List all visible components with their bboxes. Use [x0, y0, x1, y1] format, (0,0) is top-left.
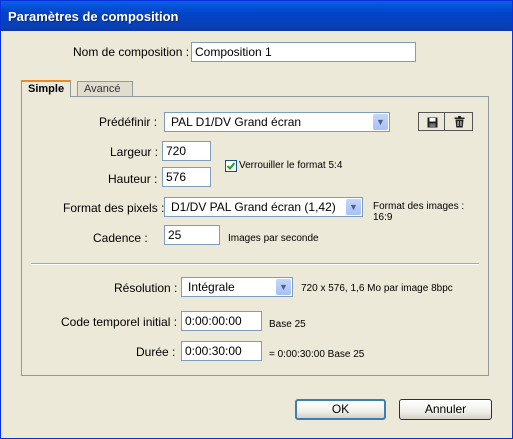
trash-icon: [454, 116, 464, 128]
resolution-info: 720 x 576, 1,6 Mo par image 8bpc: [301, 283, 453, 294]
frame-rate-label: Cadence :: [93, 231, 148, 245]
composition-settings-dialog: Paramètres de composition Nom de composi…: [0, 0, 513, 439]
resolution-label: Résolution :: [114, 281, 178, 295]
delete-preset-button[interactable]: [449, 113, 469, 131]
frame-aspect-value: 16:9: [373, 212, 393, 223]
frame-rate-input[interactable]: 25: [164, 225, 220, 245]
save-preset-button[interactable]: [422, 113, 442, 131]
duration-equals: = 0:00:30:00 Base 25: [269, 349, 365, 360]
start-timecode-base: Base 25: [269, 319, 306, 330]
height-input[interactable]: 576: [162, 167, 211, 187]
preset-label: Prédéfinir :: [99, 115, 158, 129]
pixel-aspect-value: D1/DV PAL Grand écran (1,42): [171, 200, 336, 214]
chevron-down-icon: ▼: [276, 279, 291, 295]
title-bar[interactable]: Paramètres de composition: [1, 1, 512, 31]
tab-simple[interactable]: Simple: [21, 80, 71, 97]
width-label: Largeur :: [110, 145, 159, 159]
duration-label: Durée :: [136, 345, 176, 359]
preset-select[interactable]: PAL D1/DV Grand écran ▼: [164, 112, 390, 132]
checkmark-icon: [226, 162, 236, 170]
frame-rate-unit: Images par seconde: [228, 233, 319, 244]
section-divider: [31, 263, 479, 265]
preset-actions-divider: [444, 113, 445, 130]
tab-avance[interactable]: Avancé: [77, 81, 133, 97]
window-title: Paramètres de composition: [8, 9, 179, 24]
chevron-down-icon: ▼: [373, 114, 388, 130]
composition-name-label: Nom de composition :: [73, 45, 190, 59]
ok-button[interactable]: OK: [295, 399, 386, 420]
start-timecode-label: Code temporel initial :: [61, 315, 178, 329]
lock-aspect-label[interactable]: Verrouiller le format 5:4: [239, 160, 342, 171]
pixel-aspect-select[interactable]: D1/DV PAL Grand écran (1,42) ▼: [164, 197, 363, 217]
preset-value: PAL D1/DV Grand écran: [171, 115, 302, 129]
cancel-button[interactable]: Annuler: [399, 399, 492, 420]
floppy-disk-icon: [427, 117, 437, 127]
resolution-value: Intégrale: [188, 280, 235, 294]
composition-name-input[interactable]: Composition 1: [191, 42, 416, 62]
lock-aspect-checkbox[interactable]: [225, 160, 237, 172]
start-timecode-input[interactable]: 0:00:00:00: [181, 311, 262, 331]
frame-aspect-label: Format des images :: [373, 201, 465, 212]
height-label: Hauteur :: [108, 172, 158, 186]
chevron-down-icon: ▼: [346, 199, 361, 215]
width-input[interactable]: 720: [162, 141, 211, 161]
resolution-select[interactable]: Intégrale ▼: [181, 277, 293, 297]
duration-input[interactable]: 0:00:30:00: [181, 341, 262, 361]
pixel-aspect-label: Format des pixels :: [63, 201, 165, 215]
